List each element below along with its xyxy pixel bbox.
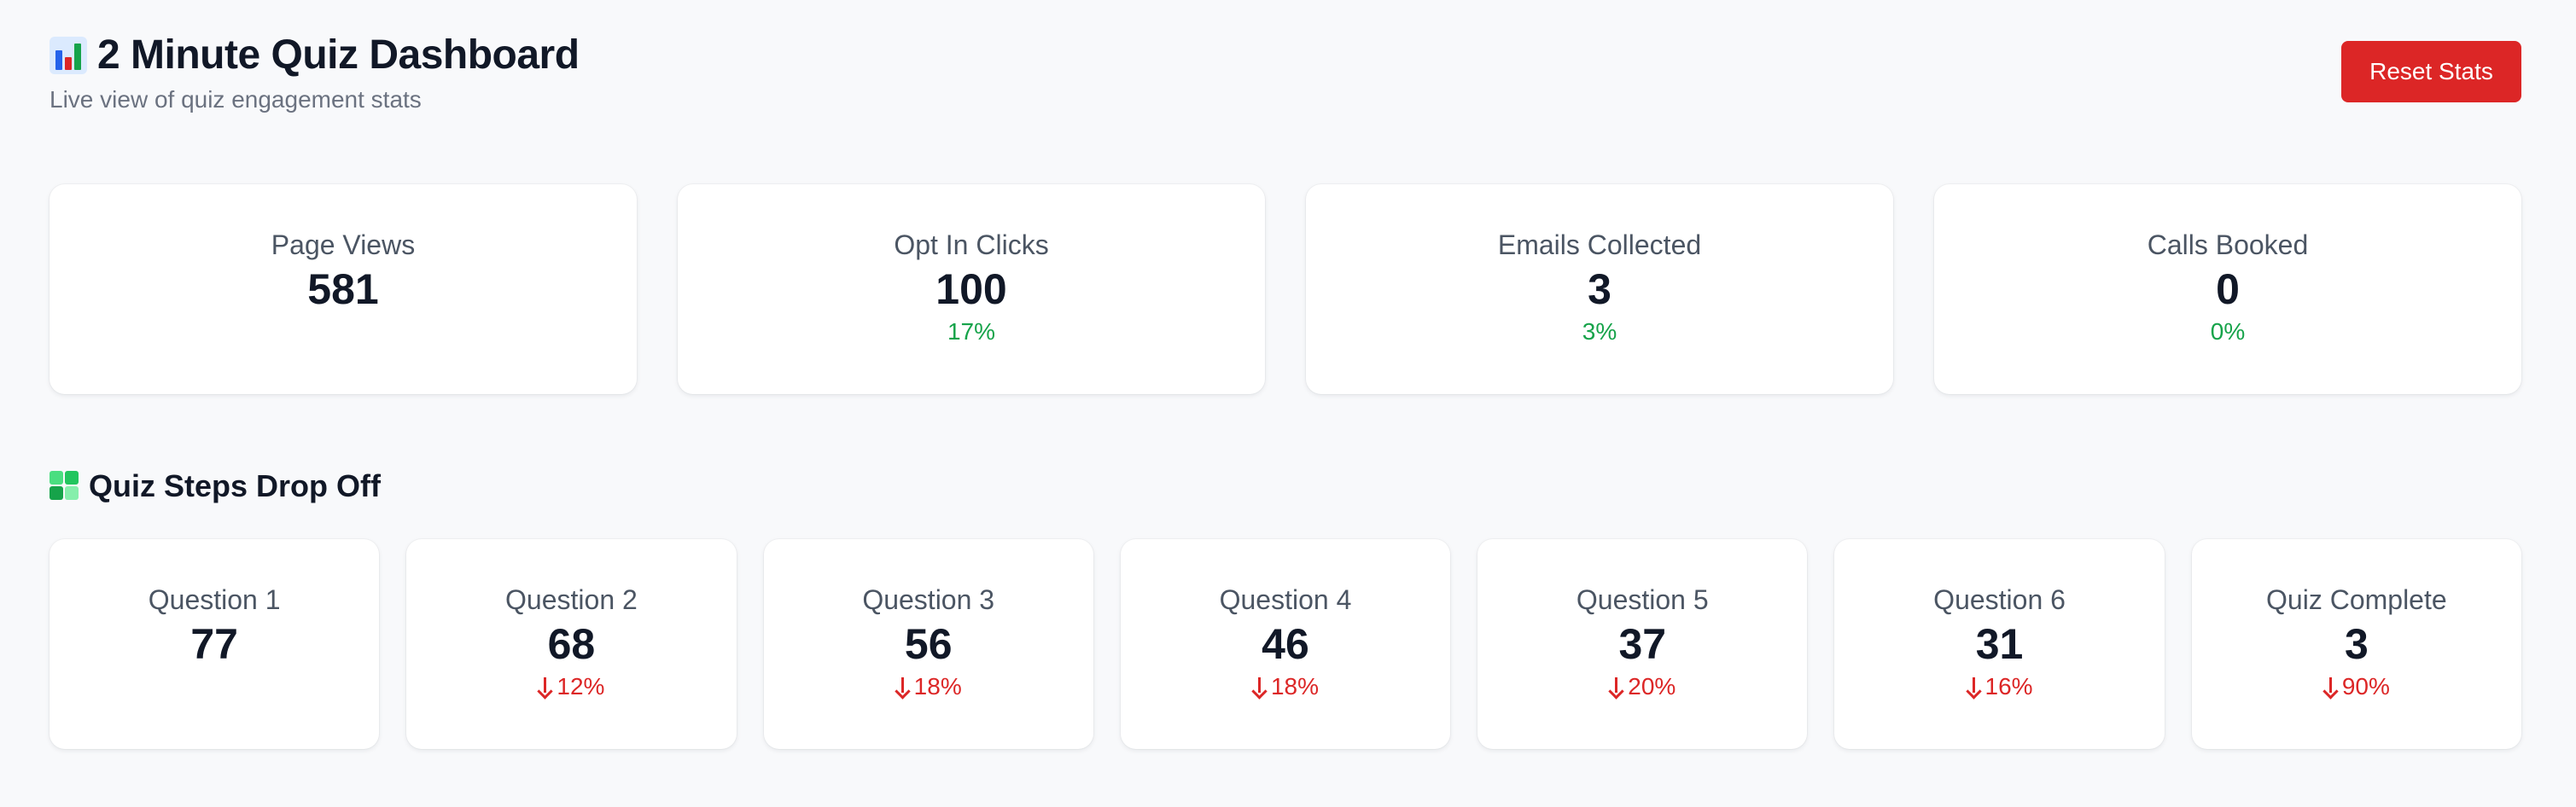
step-card-quiz-complete: Quiz Complete 3 90% — [2191, 539, 2521, 749]
stat-rate: 3% — [1582, 318, 1617, 345]
step-drop: 90% — [2323, 672, 2390, 701]
page-title: 2 Minute Quiz Dashboard — [97, 32, 580, 78]
stat-rate: 17% — [947, 318, 996, 345]
dashboard-header: 2 Minute Quiz Dashboard Live view of qui… — [50, 31, 2521, 125]
step-drop-value: 18% — [1270, 673, 1320, 700]
stat-label: Calls Booked — [2147, 229, 2309, 260]
stat-label: Page Views — [271, 229, 416, 260]
arrow-down-icon — [1609, 676, 1623, 698]
stat-label: Emails Collected — [1497, 229, 1702, 260]
step-drop-value: 18% — [913, 673, 962, 700]
stat-rate: 0% — [2210, 318, 2246, 345]
step-label: Question 5 — [1576, 584, 1709, 615]
step-card-question-5: Question 5 37 20% — [1477, 539, 1808, 749]
arrow-down-icon — [895, 676, 909, 698]
bar-chart-icon — [50, 37, 87, 74]
step-drop-value: 20% — [1628, 673, 1676, 700]
step-label: Question 6 — [1933, 584, 2066, 615]
step-card-question-6: Question 6 31 16% — [1834, 539, 2165, 749]
arrow-down-icon — [538, 676, 551, 698]
step-drop-value: 90% — [2341, 673, 2390, 700]
arrow-down-icon — [1252, 676, 1266, 698]
puzzle-icon — [50, 471, 80, 502]
step-card-question-4: Question 4 46 18% — [1120, 539, 1451, 749]
stat-value: 0 — [2216, 265, 2240, 313]
step-drop: 18% — [1252, 672, 1319, 701]
arrow-down-icon — [1967, 676, 1980, 698]
step-value: 68 — [547, 620, 596, 668]
step-drop: 20% — [1609, 672, 1676, 701]
page-subtitle: Live view of quiz engagement stats — [50, 86, 422, 113]
step-value: 56 — [904, 620, 953, 668]
step-card-question-3: Question 3 56 18% — [763, 539, 1093, 749]
stat-card-page-views: Page Views 581 — [50, 184, 637, 394]
title-row: 2 Minute Quiz Dashboard — [50, 31, 2521, 80]
step-value: 46 — [1262, 620, 1309, 668]
section-title-text: Quiz Steps Drop Off — [89, 468, 381, 503]
step-label: Question 3 — [862, 584, 995, 615]
step-drop: 18% — [895, 672, 962, 701]
stat-card-calls-booked: Calls Booked 0 0% — [1934, 184, 2521, 394]
section-title: Quiz Steps Drop Off — [50, 467, 381, 505]
stat-card-opt-in-clicks: Opt In Clicks 100 17% — [678, 184, 1265, 394]
step-value: 37 — [1618, 620, 1667, 668]
step-drop: 16% — [1967, 672, 2033, 701]
stat-card-emails-collected: Emails Collected 3 3% — [1306, 184, 1893, 394]
step-card-question-1: Question 1 77 — [50, 539, 380, 749]
step-label: Quiz Complete — [2266, 584, 2447, 615]
step-value: 3 — [2344, 620, 2369, 668]
arrow-down-icon — [2323, 676, 2337, 698]
step-card-question-2: Question 2 68 12% — [406, 539, 737, 749]
step-label: Question 2 — [505, 584, 638, 615]
step-value: 31 — [1975, 620, 2024, 668]
quiz-steps: Question 1 77 Question 2 68 12% Question… — [50, 539, 2521, 749]
summary-cards: Page Views 581 Opt In Clicks 100 17% Ema… — [50, 184, 2521, 394]
stat-value: 100 — [935, 265, 1007, 313]
step-label: Question 4 — [1219, 584, 1352, 615]
step-drop-value: 16% — [1984, 673, 2033, 700]
stat-value: 3 — [1588, 265, 1611, 313]
stat-value: 581 — [307, 265, 379, 313]
stat-label: Opt In Clicks — [894, 229, 1049, 260]
step-drop: 12% — [538, 672, 604, 701]
step-label: Question 1 — [148, 584, 281, 615]
reset-stats-button[interactable]: Reset Stats — [2341, 41, 2521, 102]
step-drop-value: 12% — [557, 673, 605, 700]
step-value: 77 — [190, 620, 238, 668]
